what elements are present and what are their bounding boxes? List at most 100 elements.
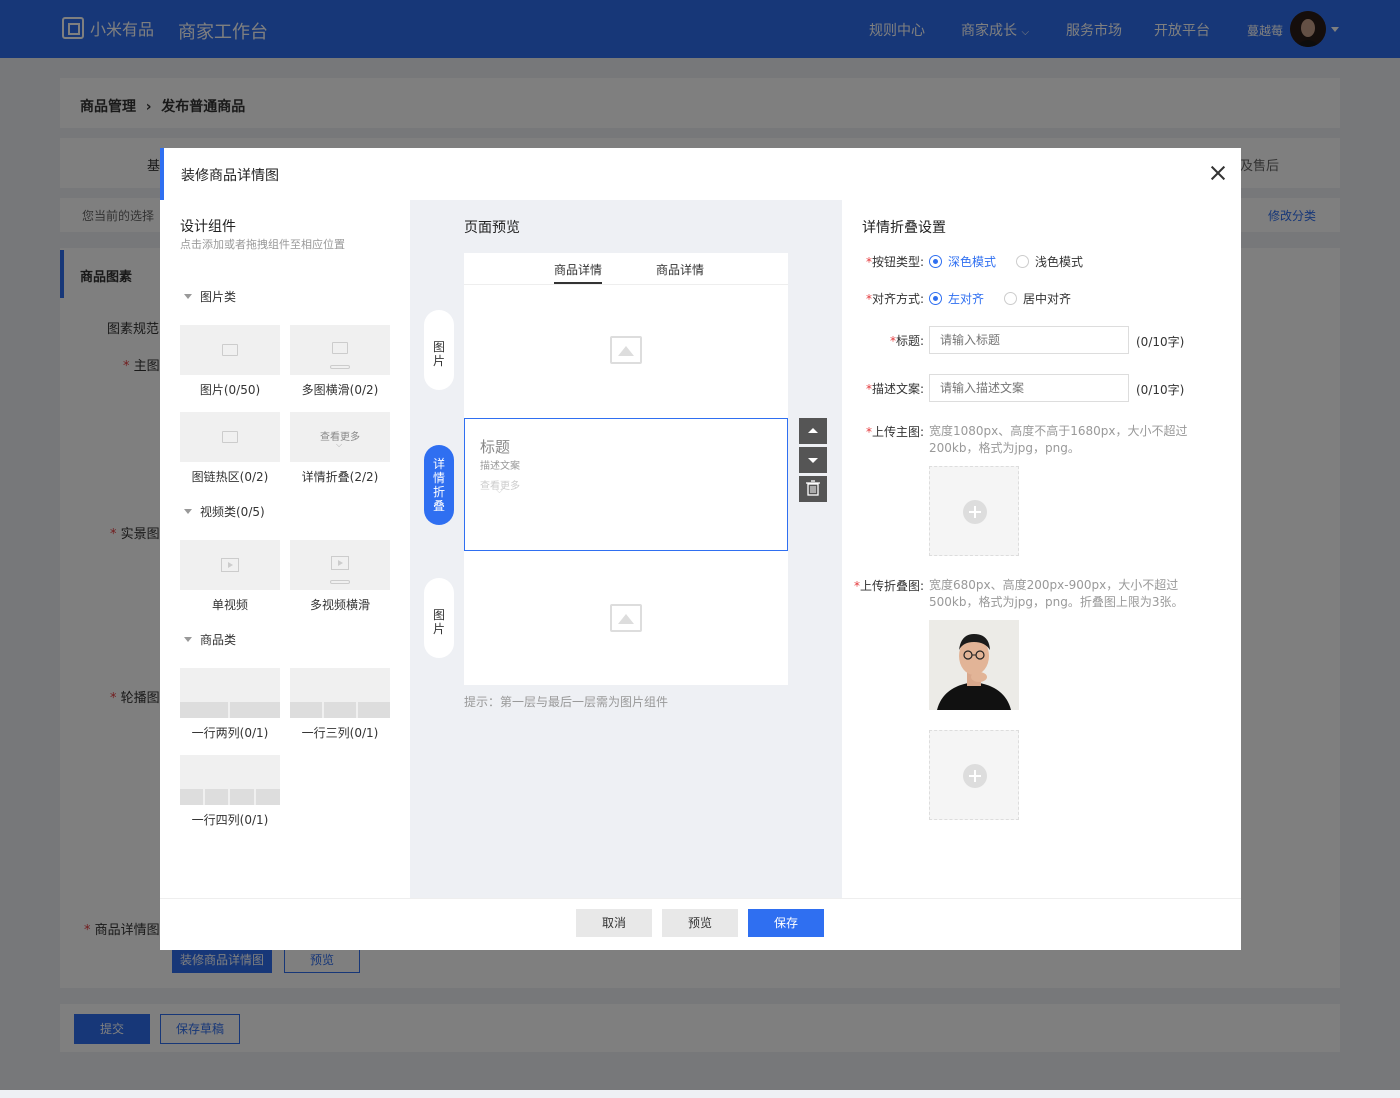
group-product[interactable]: 商品类 (200, 631, 236, 648)
close-icon[interactable] (1209, 164, 1227, 182)
column-cell (256, 789, 280, 805)
radio-dark-mode[interactable] (929, 255, 942, 268)
radio-align-center[interactable] (1004, 292, 1017, 305)
preview-panel: 页面预览 图片 详情折叠 图片 商品详情 商品详情 标题 描述文案 查看更多 ⌵… (410, 200, 842, 898)
desc-label: *描述文案: (865, 382, 924, 396)
button-type-label-text: 按钮类型: (871, 255, 924, 269)
plus-icon (963, 500, 987, 524)
tab-product-detail-1[interactable]: 商品详情 (554, 261, 602, 278)
cancel-button[interactable]: 取消 (576, 909, 652, 937)
move-down-button[interactable] (799, 447, 827, 473)
component-three-columns-label: 一行三列(0/1) (301, 726, 379, 740)
main-image-upload[interactable] (929, 466, 1019, 556)
radio-dark-mode-label[interactable]: 深色模式 (948, 253, 996, 270)
component-hotspot[interactable] (180, 412, 280, 462)
component-detail-fold[interactable]: 查看更多 ⌵ (290, 412, 390, 462)
component-multi-image-slide[interactable] (290, 325, 390, 375)
caret-down-icon (808, 458, 818, 463)
collapse-caret-icon[interactable] (184, 637, 192, 642)
layer-pill-label: 图片 (432, 608, 445, 636)
chevron-down-icon: ⌵ (336, 440, 343, 449)
radio-align-left[interactable] (929, 292, 942, 305)
component-single-video[interactable] (180, 540, 280, 590)
layer-pill-image-bottom[interactable]: 图片 (424, 578, 454, 658)
desc-label-text: 描述文案: (871, 382, 924, 396)
portrait-photo (929, 620, 1019, 710)
component-four-columns-label: 一行四列(0/1) (191, 813, 269, 827)
fold-upload-label-text: 上传折叠图: (859, 579, 924, 593)
play-icon (221, 558, 239, 572)
main-upload-label-text: 上传主图: (871, 425, 924, 439)
preview-button[interactable]: 预览 (662, 909, 738, 937)
modal-footer: 取消 预览 保存 (160, 898, 1241, 950)
decorate-modal: 装修商品详情图 设计组件 点击添加或者拖拽组件至相应位置 图片类 图片(0/50… (160, 148, 1241, 950)
component-image[interactable] (180, 325, 280, 375)
layer-pill-image-top[interactable]: 图片 (424, 310, 454, 390)
fold-image-upload[interactable] (929, 730, 1019, 820)
layer-pill-detail-fold[interactable]: 详情折叠 (424, 445, 454, 525)
fold-upload-label: *上传折叠图: (853, 579, 924, 593)
column-cell (230, 789, 254, 805)
component-multi-video-slide-label: 多视频横滑 (309, 598, 370, 612)
image-icon (332, 342, 348, 354)
chevron-down-icon: ⌵ (496, 486, 503, 496)
image-icon (222, 431, 238, 443)
component-single-video-label: 单视频 (211, 598, 248, 612)
group-video[interactable]: 视频类(0/5) (200, 503, 265, 520)
align-label: *对齐方式: (865, 292, 924, 306)
delete-button[interactable] (799, 476, 827, 502)
title-label: *标题: (889, 334, 924, 348)
desc-input[interactable] (929, 374, 1129, 402)
title-input[interactable] (929, 326, 1129, 354)
modal-header: 装修商品详情图 (160, 148, 1241, 200)
preview-tip: 提示：第一层与最后一层需为图片组件 (464, 695, 669, 709)
save-button[interactable]: 保存 (748, 909, 824, 937)
component-hotspot-label: 图链热区(0/2) (191, 470, 269, 484)
column-cell (230, 702, 280, 718)
radio-align-center-label[interactable]: 居中对齐 (1023, 290, 1071, 307)
radio-light-mode[interactable] (1016, 255, 1029, 268)
collapse-caret-icon[interactable] (184, 294, 192, 299)
layer-pill-label: 详情折叠 (432, 457, 445, 513)
preview-tabs (464, 253, 788, 285)
image-placeholder-icon (610, 604, 642, 632)
detail-fold-block[interactable]: 标题 描述文案 查看更多 ⌵ (464, 418, 788, 551)
slide-dots-icon (330, 365, 350, 369)
tab-product-detail-2[interactable]: 商品详情 (656, 261, 704, 278)
group-image[interactable]: 图片类 (200, 288, 236, 305)
fold-title: 标题 (480, 438, 511, 456)
modal-title: 装修商品详情图 (181, 168, 279, 184)
move-up-button[interactable] (799, 418, 827, 444)
component-two-columns-label: 一行两列(0/1) (191, 726, 269, 740)
play-icon (331, 556, 349, 570)
desc-count: (0/10字) (1136, 383, 1185, 397)
radio-align-left-label[interactable]: 左对齐 (948, 290, 984, 307)
column-cell (358, 702, 390, 718)
column-cell (324, 702, 356, 718)
title-label-text: 标题: (895, 334, 924, 348)
fold-desc: 描述文案 (480, 461, 520, 472)
column-cell (180, 789, 203, 805)
component-panel-title: 设计组件 (180, 219, 236, 235)
collapse-caret-icon[interactable] (184, 509, 192, 514)
layer-pill-label: 图片 (432, 340, 445, 368)
caret-up-icon (808, 428, 818, 433)
button-type-label: *按钮类型: (865, 255, 924, 269)
main-upload-label: *上传主图: (865, 425, 924, 439)
component-two-columns[interactable] (180, 668, 280, 718)
fold-settings-panel: 详情折叠设置 *按钮类型: 深色模式 浅色模式 *对齐方式: 左对齐 居中对齐 … (842, 200, 1241, 898)
radio-light-mode-label[interactable]: 浅色模式 (1035, 253, 1083, 270)
plus-icon (963, 764, 987, 788)
active-tab-indicator (554, 282, 602, 284)
component-detail-fold-label: 详情折叠(2/2) (301, 470, 379, 484)
component-three-columns[interactable] (290, 668, 390, 718)
component-multi-image-slide-label: 多图横滑(0/2) (301, 383, 379, 397)
align-label-text: 对齐方式: (871, 292, 924, 306)
fold-image-thumbnail[interactable] (929, 620, 1019, 710)
component-four-columns[interactable] (180, 755, 280, 805)
image-icon (222, 344, 238, 356)
image-placeholder-icon (610, 336, 642, 364)
column-cell (290, 702, 322, 718)
settings-title: 详情折叠设置 (862, 220, 946, 236)
component-multi-video-slide[interactable] (290, 540, 390, 590)
